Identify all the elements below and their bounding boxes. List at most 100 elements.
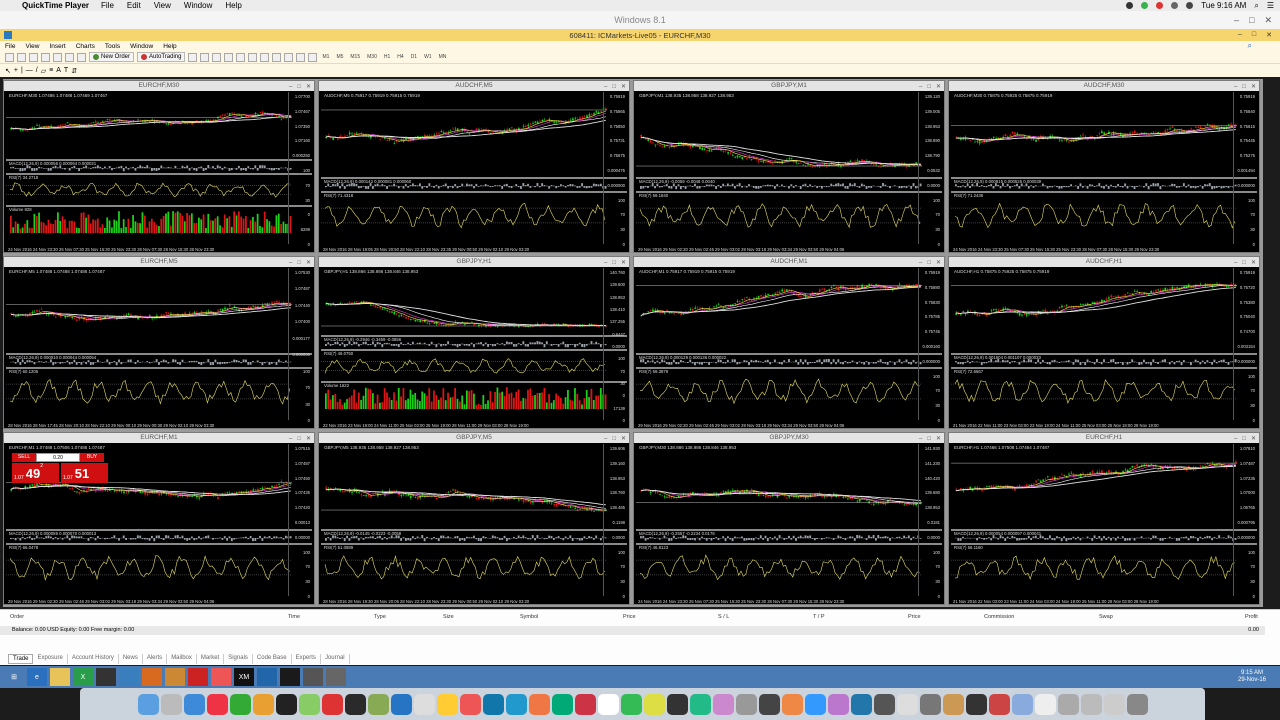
chart-window[interactable]: GBPJPY,M5– □ ✕ GBPJPY,M5 138.935 138.958 13…	[318, 432, 630, 605]
sell-price[interactable]: 1.07 49 2	[12, 463, 59, 483]
close-icon[interactable]: ✕	[1251, 434, 1256, 444]
menu-help[interactable]: Help	[163, 43, 176, 50]
chart-caption[interactable]: EURCHF,M1– □ ✕	[4, 433, 314, 443]
tf-m1[interactable]: M1	[320, 54, 331, 60]
chart-caption[interactable]: GBPJPY,M1– □ ✕	[634, 81, 944, 91]
tf-m15[interactable]: M15	[348, 54, 362, 60]
close-icon[interactable]: ✕	[1264, 15, 1272, 26]
chart-plot[interactable]: GBPJPY,M30 138.886 138.986 138.846 138.9…	[636, 444, 942, 604]
menu-help[interactable]: Help	[225, 1, 241, 10]
maximize-icon[interactable]: □	[927, 82, 931, 92]
terminal-icon[interactable]	[65, 52, 74, 62]
chart-window[interactable]: GBPJPY,M30– □ ✕ GBPJPY,M30 138.886 138.986 …	[633, 432, 945, 605]
close-icon[interactable]: ✕	[1251, 258, 1256, 268]
chart-window[interactable]: GBPJPY,H1– □ ✕ GBPJPY,H1 138.866 138.986 13…	[318, 256, 630, 429]
maximize-icon[interactable]: □	[1242, 82, 1246, 92]
chart-plot[interactable]: GBPJPY,M1 138.935 138.958 138.927 138.95…	[636, 92, 942, 252]
navigator-icon[interactable]	[53, 52, 62, 62]
chart-window[interactable]: AUDCHF,M1– □ ✕ AUDCHF,M1 0.75917 0.75919 0.…	[633, 256, 945, 429]
close-icon[interactable]: ✕	[621, 258, 626, 268]
periods-icon[interactable]	[296, 52, 306, 62]
menu-file[interactable]: File	[5, 43, 15, 50]
maximize-icon[interactable]: □	[1242, 258, 1246, 268]
chart-caption[interactable]: AUDCHF,M1– □ ✕	[634, 257, 944, 267]
sell-button[interactable]: SELL	[12, 453, 36, 462]
price-scale[interactable]: 139.606 139.160 138.953 138.760 138.465 0.119…	[603, 444, 627, 599]
minimize-icon[interactable]: –	[604, 82, 607, 92]
price-scale[interactable]: 0.75919 0.75865 0.75850 0.75731 0.75675 0.000…	[603, 92, 627, 247]
tile-windows-icon[interactable]	[248, 52, 258, 62]
subwindow-separator[interactable]	[951, 367, 1257, 369]
chart-plot[interactable]: EURCHF,H1 1.07466 1.07508 1.07464 1.0748…	[951, 444, 1257, 604]
maximize-icon[interactable]: □	[612, 434, 616, 444]
minimize-icon[interactable]: –	[1234, 15, 1239, 26]
chart-plot[interactable]: EURCHF,M5 1.07488 1.07488 1.07486 1.0748…	[6, 268, 312, 428]
close-icon[interactable]: ✕	[1266, 31, 1272, 39]
chart-caption[interactable]: GBPJPY,H1– □ ✕	[319, 257, 629, 267]
crosshair-icon[interactable]: +	[14, 67, 18, 74]
chart-plot[interactable]: AUDCHF,H1 0.75875 0.75925 0.75875 0.7591…	[951, 268, 1257, 428]
arrows-icon[interactable]: ⇵	[71, 67, 77, 75]
close-icon[interactable]: ✕	[621, 82, 626, 92]
minimize-icon[interactable]: –	[1238, 31, 1242, 39]
candle-chart-icon[interactable]	[200, 52, 210, 62]
status-icon[interactable]	[1141, 2, 1149, 9]
search-icon[interactable]: ⌕	[1248, 41, 1252, 51]
subwindow-separator[interactable]	[636, 367, 942, 369]
subwindow-separator[interactable]	[6, 367, 312, 369]
chart-window[interactable]: EURCHF,H1– □ ✕ EURCHF,H1 1.07466 1.07508 1.…	[948, 432, 1260, 605]
minimize-icon[interactable]: –	[289, 82, 292, 92]
autotrading-button[interactable]: AutoTrading	[137, 52, 186, 62]
maximize-icon[interactable]: □	[1242, 434, 1246, 444]
chart-window[interactable]: AUDCHF,M30– □ ✕ AUDCHF,M30 0.75875 0.75925 …	[948, 80, 1260, 253]
price-scale[interactable]: 1.07515 1.07487 1.07450 1.07435 1.07420 0.000…	[288, 444, 312, 599]
new-order-button[interactable]: New Order	[89, 52, 135, 62]
cursor-icon[interactable]: ↖	[5, 67, 11, 75]
chart-plot[interactable]: AUDCHF,M1 0.75917 0.75919 0.75915 0.7591…	[636, 268, 942, 428]
close-icon[interactable]: ✕	[621, 434, 626, 444]
close-icon[interactable]: ✕	[306, 258, 311, 268]
lot-size-input[interactable]: 0.20	[36, 453, 80, 462]
chart-shift-icon[interactable]	[272, 52, 282, 62]
chart-window[interactable]: AUDCHF,M5– □ ✕ AUDCHF,M5 0.75917 0.75919 0.…	[318, 80, 630, 253]
price-scale[interactable]: 140.760 139.600 138.953 138.410 137.255 0.644…	[603, 268, 627, 423]
minimize-icon[interactable]: –	[1234, 258, 1237, 268]
subwindow-separator[interactable]	[321, 381, 627, 383]
wifi-icon[interactable]	[1171, 2, 1179, 9]
search-icon[interactable]: ⌕	[1254, 1, 1258, 11]
subwindow-separator[interactable]	[321, 349, 627, 351]
minimize-icon[interactable]: –	[289, 258, 292, 268]
minimize-icon[interactable]: –	[919, 434, 922, 444]
chart-window[interactable]: EURCHF,M1– □ ✕ EURCHF,M1 1.07488 1.07506 1.…	[3, 432, 315, 605]
tf-h1[interactable]: H1	[382, 54, 392, 60]
price-scale[interactable]: 141.930 141.230 140.420 139.680 138.953 0.318…	[918, 444, 942, 599]
tf-m30[interactable]: M30	[365, 54, 379, 60]
minimize-icon[interactable]: –	[604, 258, 607, 268]
menu-edit[interactable]: Edit	[127, 1, 141, 10]
maximize-icon[interactable]: □	[1249, 15, 1254, 26]
chart-caption[interactable]: EURCHF,H1– □ ✕	[949, 433, 1259, 443]
close-icon[interactable]: ✕	[306, 434, 311, 444]
chart-plot[interactable]: GBPJPY,M5 138.935 138.958 138.927 138.95…	[321, 444, 627, 604]
chart-window[interactable]: GBPJPY,M1– □ ✕ GBPJPY,M1 138.935 138.958 13…	[633, 80, 945, 253]
maximize-icon[interactable]: □	[1252, 31, 1256, 39]
subwindow-separator[interactable]	[6, 173, 312, 175]
vertical-line-icon[interactable]: |	[21, 67, 23, 74]
templates-icon[interactable]	[308, 52, 318, 62]
horizontal-line-icon[interactable]: —	[26, 67, 33, 74]
menu-file[interactable]: File	[101, 1, 114, 10]
chart-caption[interactable]: AUDCHF,M30– □ ✕	[949, 81, 1259, 91]
chart-window[interactable]: EURCHF,M30– □ ✕ EURCHF,M30 1.07486 1.07488 …	[3, 80, 315, 253]
menu-window[interactable]: Window	[130, 43, 153, 50]
close-icon[interactable]: ✕	[306, 82, 311, 92]
close-icon[interactable]: ✕	[936, 82, 941, 92]
zoom-in-icon[interactable]	[224, 52, 234, 62]
tf-h4[interactable]: H4	[395, 54, 405, 60]
battery-icon[interactable]	[1186, 2, 1194, 9]
subwindow-separator[interactable]	[636, 191, 942, 193]
menu-tools[interactable]: Tools	[105, 43, 120, 50]
tester-icon[interactable]	[77, 52, 86, 62]
line-chart-icon[interactable]	[212, 52, 222, 62]
indicators-icon[interactable]	[284, 52, 294, 62]
maximize-icon[interactable]: □	[927, 434, 931, 444]
